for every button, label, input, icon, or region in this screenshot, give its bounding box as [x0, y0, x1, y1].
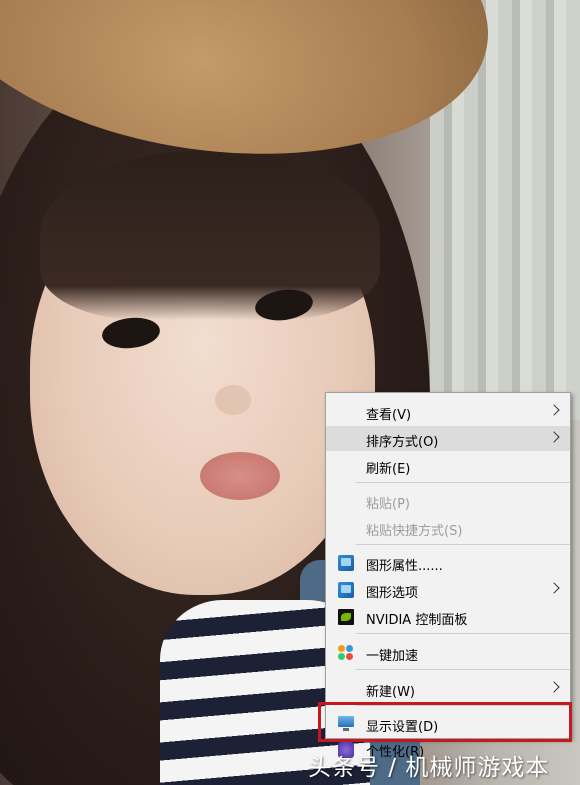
- wallpaper-nose: [215, 385, 251, 415]
- watermark-text: 头条号 / 机械师游戏本: [308, 755, 550, 781]
- highlight-box: [318, 702, 572, 742]
- nvidia-icon: [338, 609, 354, 625]
- speedup-icon: [338, 645, 354, 661]
- menu-item-sort-by[interactable]: 排序方式(O): [326, 426, 570, 451]
- menu-item-paste-shortcut-label: 粘贴快捷方式(S): [366, 524, 463, 539]
- menu-item-one-key-speedup[interactable]: 一键加速: [326, 640, 570, 665]
- menu-item-graphics-properties[interactable]: 图形属性......: [326, 550, 570, 575]
- wallpaper-lips: [200, 452, 280, 500]
- menu-item-paste-label: 粘贴(P): [366, 497, 410, 512]
- menu-separator: [356, 669, 570, 670]
- menu-separator: [356, 482, 570, 483]
- menu-item-graphics-options-label: 图形选项: [366, 586, 419, 601]
- intel-graphics-icon: [338, 555, 354, 571]
- menu-separator: [356, 633, 570, 634]
- menu-item-new-label: 新建(W): [366, 685, 415, 700]
- menu-item-graphics-options[interactable]: 图形选项: [326, 577, 570, 602]
- menu-item-sort-by-label: 排序方式(O): [366, 435, 439, 450]
- chevron-right-icon: [548, 404, 560, 416]
- menu-item-nvidia-control-panel[interactable]: NVIDIA 控制面板: [326, 604, 570, 629]
- menu-item-view[interactable]: 查看(V): [326, 399, 570, 424]
- menu-item-graphics-properties-label: 图形属性......: [366, 559, 443, 574]
- menu-separator: [356, 544, 570, 545]
- intel-graphics-icon: [338, 582, 354, 598]
- menu-item-speedup-label: 一键加速: [366, 649, 419, 664]
- chevron-right-icon: [548, 681, 560, 693]
- chevron-right-icon: [548, 431, 560, 443]
- wallpaper-bangs: [40, 150, 380, 320]
- chevron-right-icon: [548, 582, 560, 594]
- menu-item-new[interactable]: 新建(W): [326, 676, 570, 701]
- menu-item-refresh-label: 刷新(E): [366, 462, 411, 477]
- menu-item-paste-shortcut[interactable]: 粘贴快捷方式(S): [326, 515, 570, 540]
- menu-item-nvidia-label: NVIDIA 控制面板: [366, 613, 468, 628]
- menu-item-paste[interactable]: 粘贴(P): [326, 488, 570, 513]
- desktop-context-menu: 查看(V) 排序方式(O) 刷新(E) 粘贴(P) 粘贴快捷方式(S) 图形属性…: [325, 392, 571, 760]
- menu-item-refresh[interactable]: 刷新(E): [326, 453, 570, 478]
- menu-item-view-label: 查看(V): [366, 408, 412, 423]
